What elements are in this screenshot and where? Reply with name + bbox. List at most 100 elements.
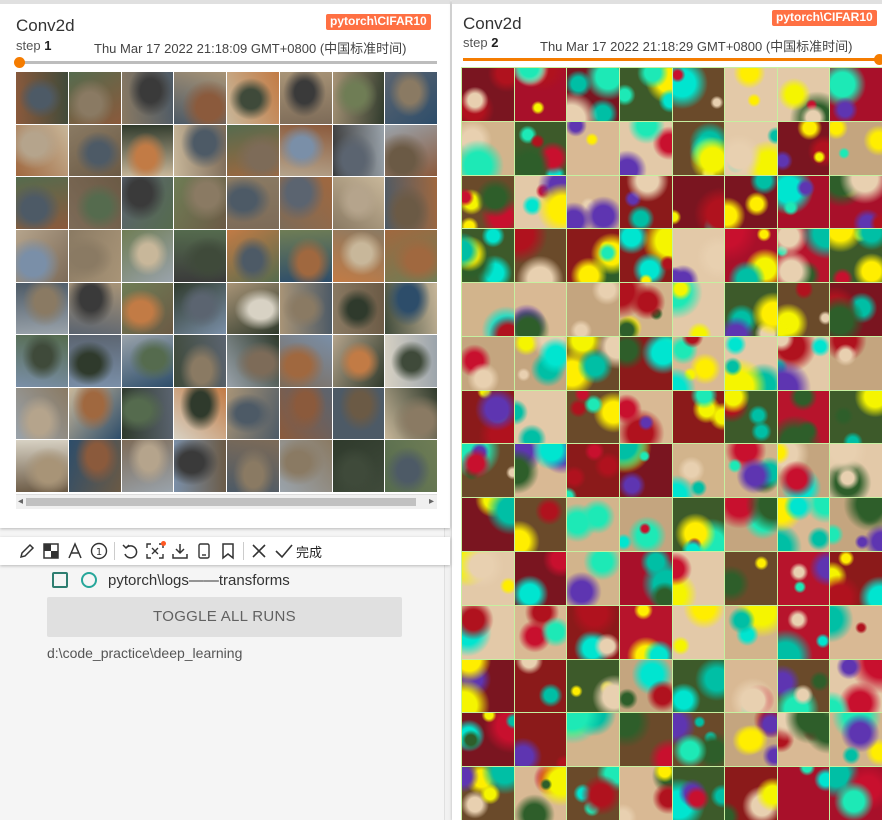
feature-map-thumbnail <box>671 497 726 553</box>
image-thumbnail <box>279 177 332 229</box>
ocr-icon[interactable] <box>145 537 166 565</box>
image-thumbnail <box>16 72 68 124</box>
toggle-all-runs-button[interactable]: TOGGLE ALL RUNS <box>47 597 402 637</box>
scroll-right-icon[interactable]: ▸ <box>429 495 434 509</box>
image-thumbnail <box>68 177 121 229</box>
feature-map-grid <box>461 67 882 820</box>
feature-map-thumbnail <box>671 120 726 176</box>
image-thumbnail <box>385 282 437 335</box>
feature-map-thumbnail <box>671 712 726 768</box>
step-slider-knob[interactable] <box>874 54 882 65</box>
image-thumbnail <box>332 72 385 124</box>
card-top-border <box>0 0 450 4</box>
image-thumbnail <box>332 335 385 387</box>
bookmark-icon[interactable] <box>219 537 237 565</box>
feature-map-thumbnail <box>776 174 831 230</box>
feature-map-thumbnail <box>724 228 778 284</box>
feature-map-thumbnail <box>776 497 831 553</box>
feature-map-thumbnail <box>776 551 831 606</box>
pen-icon[interactable] <box>18 537 36 565</box>
image-thumbnail <box>121 124 174 177</box>
feature-map-thumbnail <box>461 766 515 820</box>
scroll-left-icon[interactable]: ◂ <box>18 495 23 509</box>
feature-map-thumbnail <box>671 282 726 337</box>
download-icon[interactable] <box>171 537 189 565</box>
image-thumbnail <box>332 229 385 282</box>
image-thumbnail <box>332 124 385 177</box>
feature-map-thumbnail <box>776 712 831 768</box>
feature-map-thumbnail <box>671 335 726 391</box>
text-icon[interactable] <box>66 537 84 565</box>
feature-map-thumbnail <box>461 604 515 660</box>
run-checkbox[interactable] <box>52 572 68 588</box>
image-thumbnail <box>68 440 121 492</box>
scrollbar-thumb[interactable] <box>26 498 416 506</box>
image-thumbnail <box>121 282 174 335</box>
step-slider-track[interactable] <box>463 58 876 61</box>
feature-map-thumbnail <box>776 120 831 176</box>
feature-map-thumbnail <box>724 497 778 553</box>
image-thumbnail <box>332 440 385 492</box>
feature-map-thumbnail <box>618 712 673 768</box>
feature-map-thumbnail <box>513 551 568 606</box>
feature-map-thumbnail <box>461 658 515 714</box>
toolbar-divider <box>243 542 244 560</box>
feature-map-thumbnail <box>618 497 673 553</box>
image-thumbnail <box>227 72 279 124</box>
feature-map-thumbnail <box>618 766 673 820</box>
feature-map-thumbnail <box>671 67 726 122</box>
feature-map-thumbnail <box>566 67 620 122</box>
image-thumbnail <box>279 440 332 492</box>
close-icon[interactable] <box>250 537 268 565</box>
log-directory: d:\code_practice\deep_learning <box>47 645 243 661</box>
run-tag: pytorch\CIFAR10 <box>326 14 431 30</box>
image-thumbnail <box>174 440 226 492</box>
image-thumbnail <box>121 72 174 124</box>
horizontal-scrollbar[interactable]: ◂ ▸ <box>16 494 437 509</box>
number-marker-icon[interactable]: 1 <box>90 537 108 565</box>
feature-map-thumbnail <box>461 335 515 391</box>
image-thumbnail <box>332 177 385 229</box>
image-thumbnail <box>121 387 174 440</box>
feature-map-thumbnail <box>513 174 568 230</box>
image-thumbnail <box>121 335 174 387</box>
feature-map-thumbnail <box>513 497 568 553</box>
image-thumbnail <box>227 440 279 492</box>
image-thumbnail <box>227 229 279 282</box>
image-thumbnail <box>16 229 68 282</box>
image-thumbnail <box>174 72 226 124</box>
feature-map-thumbnail <box>829 228 882 284</box>
confirm-button[interactable]: 完成 <box>274 537 322 565</box>
feature-map-thumbnail <box>829 551 882 606</box>
feature-map-thumbnail <box>671 228 726 284</box>
image-thumbnail <box>227 335 279 387</box>
feature-map-thumbnail <box>829 120 882 176</box>
feature-map-thumbnail <box>513 228 568 284</box>
check-icon <box>275 544 293 559</box>
image-thumbnail <box>174 335 226 387</box>
feature-map-thumbnail <box>513 335 568 391</box>
feature-map-thumbnail <box>776 335 831 391</box>
step-slider-track[interactable] <box>20 61 437 64</box>
image-thumbnail <box>16 177 68 229</box>
image-thumbnail <box>68 229 121 282</box>
feature-map-thumbnail <box>829 443 882 499</box>
image-thumbnail <box>385 440 437 492</box>
run-item[interactable]: pytorch\logs——transforms <box>52 570 290 590</box>
feature-map-thumbnail <box>461 120 515 176</box>
undo-icon[interactable] <box>121 537 139 565</box>
feature-map-thumbnail <box>513 712 568 768</box>
mosaic-icon[interactable] <box>42 537 60 565</box>
feature-map-thumbnail <box>724 712 778 768</box>
pin-icon[interactable] <box>195 537 213 565</box>
feature-map-thumbnail <box>513 766 568 820</box>
feature-map-thumbnail <box>566 658 620 714</box>
step-slider-knob[interactable] <box>14 57 25 68</box>
feature-map-thumbnail <box>724 551 778 606</box>
feature-map-thumbnail <box>671 766 726 820</box>
run-color-radio[interactable] <box>81 572 97 588</box>
toolbar-divider <box>114 542 115 560</box>
svg-text:1: 1 <box>96 547 102 558</box>
feature-map-thumbnail <box>829 658 882 714</box>
image-thumbnail <box>279 387 332 440</box>
